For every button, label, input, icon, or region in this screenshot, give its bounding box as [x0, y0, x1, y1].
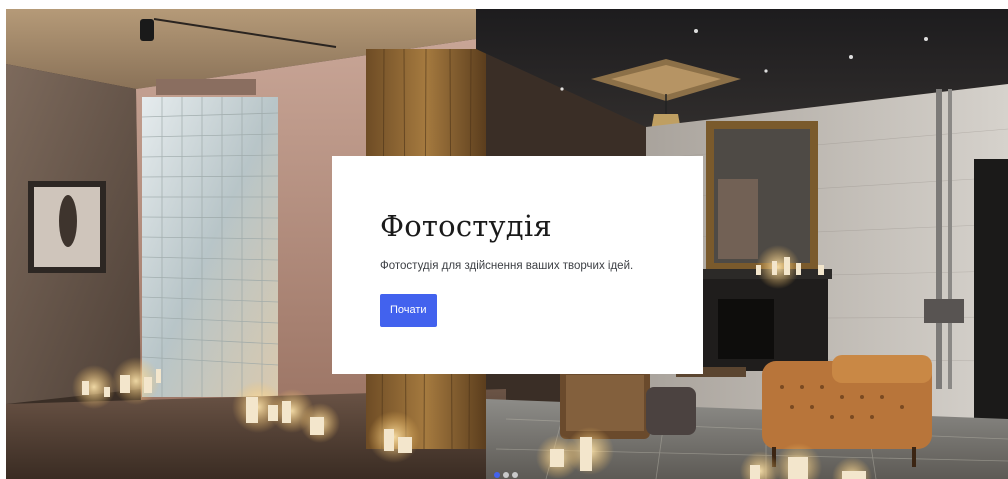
hero-title: Фотостудія	[380, 209, 552, 243]
carousel-indicators	[494, 472, 518, 479]
carousel-dot-2[interactable]	[503, 472, 509, 478]
hero-description: Фотостудія для здійснення ваших творчих …	[380, 260, 634, 272]
carousel-dot-3[interactable]	[512, 472, 518, 478]
hero-card: Фотостудія Фотостудія для здійснення ваш…	[332, 156, 703, 374]
hero-section: Фотостудія Фотостудія для здійснення ваш…	[6, 9, 1008, 479]
carousel-dot-1[interactable]	[494, 472, 500, 478]
start-button[interactable]: Почати	[380, 294, 437, 327]
